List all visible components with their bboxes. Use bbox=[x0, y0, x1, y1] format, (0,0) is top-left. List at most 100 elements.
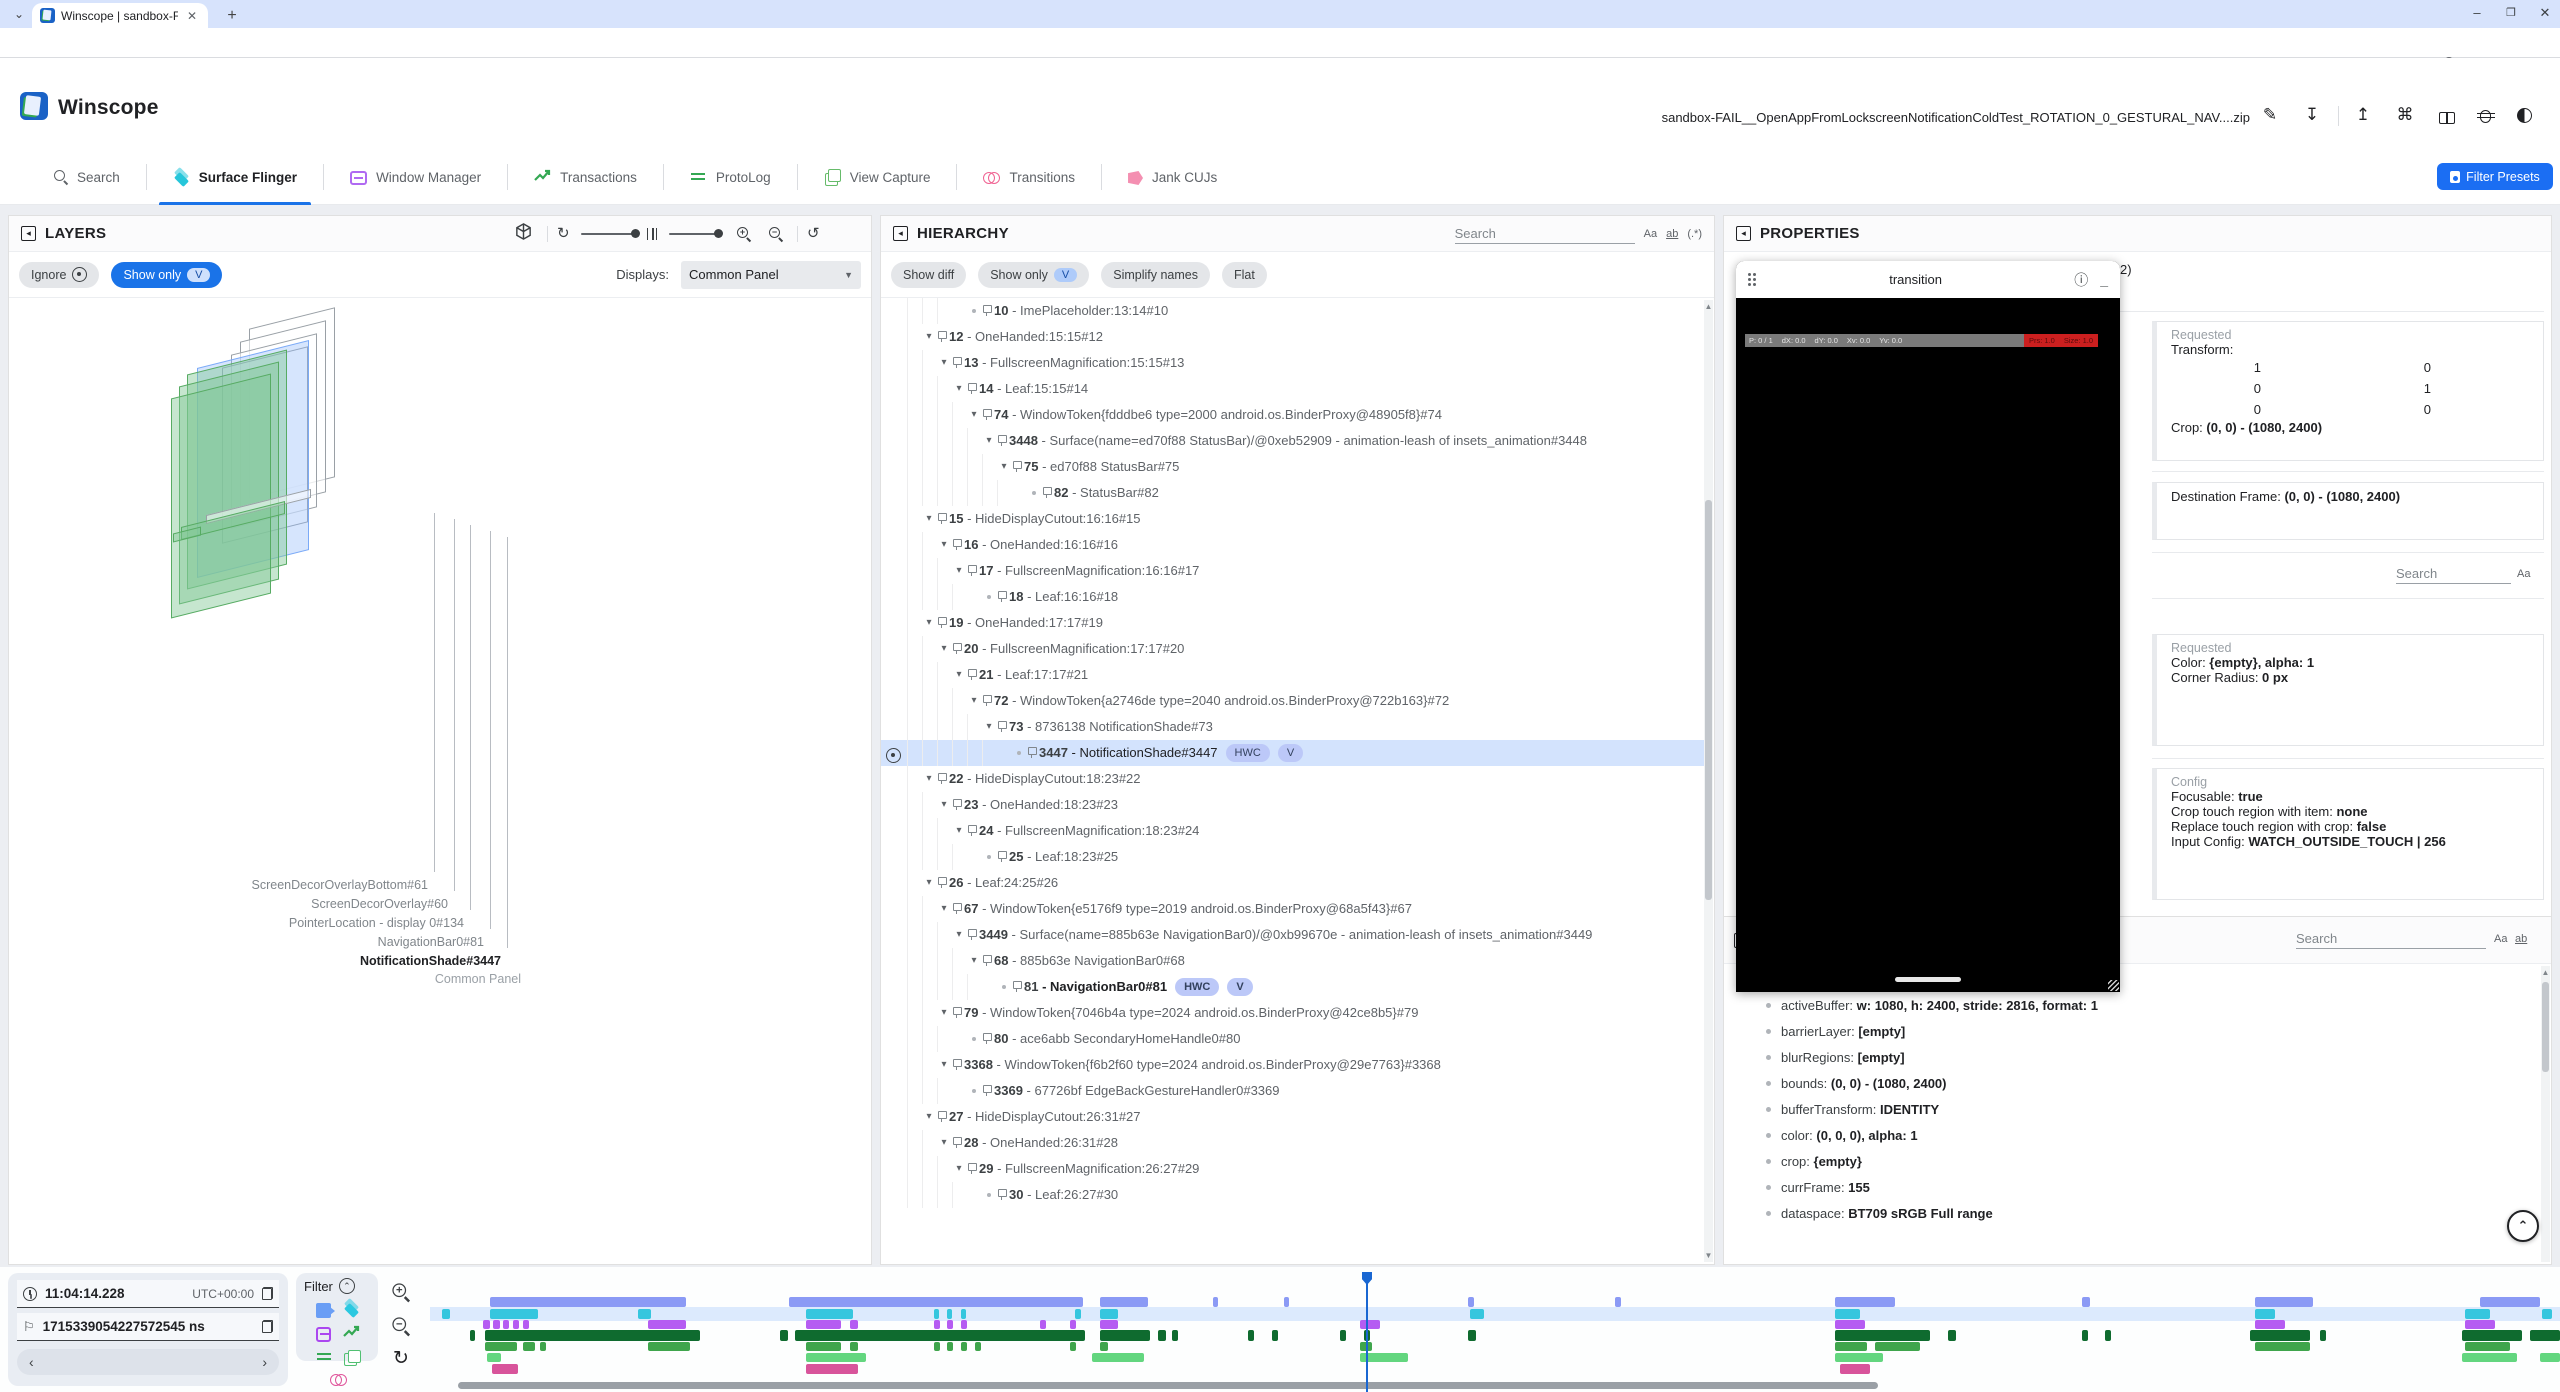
tab-search[interactable]: Search bbox=[28, 150, 146, 205]
trace-segment-screen-recording[interactable] bbox=[789, 1297, 1083, 1307]
tree-row[interactable]: ▾3368 - WindowToken{f6b2f60 type=2024 an… bbox=[881, 1052, 1704, 1078]
trace-segment-window-manager[interactable] bbox=[947, 1320, 953, 1329]
trace-segment-screen-recording[interactable] bbox=[1615, 1297, 1621, 1307]
expand-arrow-icon[interactable]: ▾ bbox=[967, 402, 981, 428]
trace-segment-transactions[interactable] bbox=[2320, 1330, 2326, 1341]
pin-icon[interactable] bbox=[981, 955, 994, 967]
timeline-cursor-handle[interactable] bbox=[1362, 1272, 1372, 1285]
tree-row[interactable]: ▾73 - 8736138 NotificationShade#73 bbox=[881, 714, 1704, 740]
pin-icon[interactable] bbox=[996, 851, 1009, 863]
expand-arrow-icon[interactable]: ▾ bbox=[952, 922, 966, 948]
layer-label[interactable]: Common Panel bbox=[435, 972, 521, 986]
trace-segment-transactions[interactable] bbox=[1948, 1330, 1956, 1341]
layer-label[interactable]: PointerLocation - display 0#134 bbox=[289, 916, 464, 930]
match-case-icon[interactable]: Aa bbox=[1644, 228, 1657, 240]
match-word-icon[interactable]: ab bbox=[1666, 228, 1678, 240]
collapse-panel-icon[interactable]: ◂ bbox=[1736, 226, 1751, 241]
human-time-input[interactable]: 11:04:14.228 UTC+00:00 bbox=[17, 1280, 279, 1308]
overlay-title-bar[interactable]: transition ⓘ _ bbox=[1736, 261, 2120, 298]
tree-row[interactable]: 30 - Leaf:26:27#30 bbox=[881, 1182, 1704, 1208]
expand-arrow-icon[interactable]: ▾ bbox=[937, 896, 951, 922]
tree-row[interactable]: ▾13 - FullscreenMagnification:15:15#13 bbox=[881, 350, 1704, 376]
expand-arrow-icon[interactable]: ▾ bbox=[922, 870, 936, 896]
trace-segment-transactions[interactable] bbox=[780, 1330, 788, 1341]
trace-segment-window-manager[interactable] bbox=[1070, 1320, 1076, 1329]
tree-row[interactable]: ▾12 - OneHanded:15:15#12 bbox=[881, 324, 1704, 350]
expand-arrow-icon[interactable]: ▾ bbox=[937, 532, 951, 558]
chip-show-diff[interactable]: Show diff bbox=[891, 262, 966, 288]
expand-arrow-icon[interactable]: ▾ bbox=[922, 766, 936, 792]
expand-arrow-icon[interactable]: ▾ bbox=[967, 948, 981, 974]
timeline-cursor[interactable] bbox=[1366, 1272, 1368, 1392]
expand-arrow-icon[interactable]: ▾ bbox=[922, 324, 936, 350]
pin-icon[interactable] bbox=[936, 331, 949, 343]
expand-arrow-icon[interactable]: ▾ bbox=[952, 1156, 966, 1182]
trace-segment-view-capture[interactable] bbox=[1835, 1353, 1883, 1362]
trace-segment-transactions[interactable] bbox=[1100, 1330, 1150, 1341]
tree-row[interactable]: 3447 - NotificationShade#3447HWCV bbox=[881, 740, 1704, 766]
documentation-icon[interactable] bbox=[2435, 109, 2459, 129]
trace-segment-surface-flinger[interactable] bbox=[1470, 1309, 1484, 1319]
ignore-chip[interactable]: Ignore bbox=[19, 262, 99, 288]
tree-row[interactable]: ▾29 - FullscreenMagnification:26:27#29 bbox=[881, 1156, 1704, 1182]
trace-segment-screen-recording[interactable] bbox=[490, 1297, 686, 1307]
pin-icon[interactable] bbox=[936, 513, 949, 525]
pin-icon[interactable] bbox=[951, 799, 964, 811]
trace-segment-window-manager[interactable] bbox=[503, 1320, 509, 1329]
trace-segment-surface-flinger[interactable] bbox=[2255, 1309, 2275, 1319]
property-row[interactable]: activeBuffer: w: 1080, h: 2400, stride: … bbox=[1766, 998, 2098, 1013]
match-word-icon[interactable]: ab bbox=[2515, 933, 2527, 945]
trace-segment-transactions[interactable] bbox=[1835, 1330, 1930, 1341]
trace-segment-surface-flinger[interactable] bbox=[1835, 1309, 1860, 1319]
pin-icon[interactable] bbox=[981, 1033, 994, 1045]
tab-surface-flinger[interactable]: Surface Flinger bbox=[147, 150, 323, 205]
pin-icon[interactable] bbox=[1011, 461, 1024, 473]
tab-view-capture[interactable]: View Capture bbox=[798, 150, 957, 205]
layer-label[interactable]: ScreenDecorOverlayBottom#61 bbox=[252, 878, 428, 892]
ns-time-input[interactable]: ⚐ 1715339054227572545 ns bbox=[17, 1313, 279, 1341]
tab-close-icon[interactable]: ✕ bbox=[184, 8, 200, 24]
expand-arrow-icon[interactable]: ▾ bbox=[937, 792, 951, 818]
trace-segment-protolog[interactable] bbox=[2465, 1342, 2510, 1351]
pin-icon[interactable] bbox=[981, 1085, 994, 1097]
filter-lines-icon[interactable] bbox=[316, 1349, 331, 1364]
trace-segment-transactions[interactable] bbox=[2250, 1330, 2310, 1341]
minimize-overlay-icon[interactable]: _ bbox=[2100, 272, 2108, 288]
pin-icon[interactable] bbox=[981, 695, 994, 707]
trace-segment-window-manager[interactable] bbox=[648, 1320, 686, 1329]
trace-segment-window-manager[interactable] bbox=[2255, 1320, 2285, 1329]
filter-squares-icon[interactable] bbox=[343, 1349, 358, 1364]
timeline-reset-icon[interactable]: ↻ bbox=[388, 1347, 414, 1373]
trace-segment-transactions[interactable] bbox=[1340, 1330, 1346, 1341]
displays-select[interactable]: Common Panel ▼ bbox=[681, 261, 861, 289]
window-restore-button[interactable]: ❐ bbox=[2498, 6, 2524, 22]
expand-arrow-icon[interactable]: ▾ bbox=[922, 1104, 936, 1130]
pin-icon[interactable] bbox=[951, 903, 964, 915]
tree-row[interactable]: 80 - ace6abb SecondaryHomeHandle0#80 bbox=[881, 1026, 1704, 1052]
expand-arrow-icon[interactable]: ▾ bbox=[937, 350, 951, 376]
filter-window-icon[interactable] bbox=[316, 1327, 331, 1342]
pin-icon[interactable] bbox=[936, 877, 949, 889]
trace-segment-window-manager[interactable] bbox=[513, 1320, 519, 1329]
pin-icon[interactable] bbox=[981, 409, 994, 421]
expand-arrow-icon[interactable]: ▾ bbox=[952, 662, 966, 688]
properties-search-input[interactable] bbox=[2396, 564, 2511, 584]
trace-segment-surface-flinger[interactable] bbox=[934, 1309, 939, 1319]
trace-segment-protolog[interactable] bbox=[1070, 1342, 1076, 1351]
trace-segment-protolog[interactable] bbox=[1100, 1342, 1108, 1351]
trace-segment-window-manager[interactable] bbox=[1100, 1320, 1118, 1329]
zoom-in-icon[interactable]: + bbox=[737, 227, 750, 244]
expand-arrow-icon[interactable]: ▾ bbox=[997, 454, 1011, 480]
tree-row[interactable]: ▾68 - 885b63e NavigationBar0#68 bbox=[881, 948, 1704, 974]
trace-segment-screen-recording[interactable] bbox=[1284, 1297, 1289, 1307]
expand-arrow-icon[interactable]: ▾ bbox=[937, 1130, 951, 1156]
expand-arrow-icon[interactable]: ▾ bbox=[937, 636, 951, 662]
trace-segment-transitions[interactable] bbox=[1840, 1364, 1870, 1374]
expand-arrow-icon[interactable]: ▾ bbox=[952, 376, 966, 402]
trace-segment-transactions[interactable] bbox=[1158, 1330, 1166, 1341]
trace-segment-transitions[interactable] bbox=[806, 1364, 858, 1374]
tree-row[interactable]: 81 - NavigationBar0#81HWCV bbox=[881, 974, 1704, 1000]
trace-segment-screen-recording[interactable] bbox=[2082, 1297, 2090, 1307]
copy-icon[interactable] bbox=[262, 1320, 273, 1333]
pin-icon[interactable] bbox=[966, 929, 979, 941]
